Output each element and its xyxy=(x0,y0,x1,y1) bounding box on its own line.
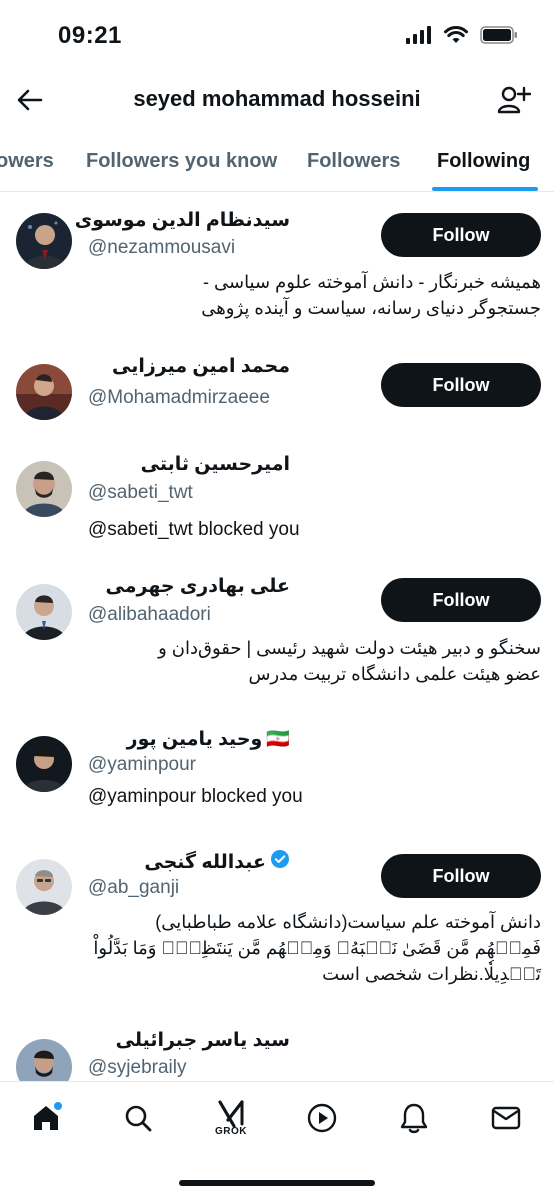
avatar[interactable] xyxy=(16,364,72,420)
tab-followers[interactable]: Followers xyxy=(307,150,400,173)
tab-bar: owers Followers you know Followers Follo… xyxy=(0,130,554,192)
home-indicator xyxy=(179,1180,375,1186)
nav-messages[interactable] xyxy=(486,1098,526,1138)
grok-label: GROK xyxy=(215,1125,247,1137)
verified-badge-icon xyxy=(270,849,290,875)
nav-search[interactable] xyxy=(118,1098,158,1138)
nav-home[interactable] xyxy=(26,1098,66,1138)
status-time: 09:21 xyxy=(58,22,122,49)
bio-line: عضو هیئت علمی دانشگاه تربیت مدرس xyxy=(248,664,541,684)
nav-video[interactable] xyxy=(302,1098,342,1138)
user-name: علی بهادری جهرمی xyxy=(105,576,290,597)
user-name: عبدالله گنجی xyxy=(144,849,290,875)
avatar[interactable] xyxy=(16,461,72,517)
user-name: سید یاسر جبرائیلی xyxy=(115,1030,290,1051)
user-name: امیرحسین ثابتی xyxy=(140,454,290,475)
user-handle: @yaminpour xyxy=(88,754,196,775)
flag-icon: 🇮🇷 xyxy=(266,729,290,750)
bell-icon xyxy=(400,1103,428,1134)
battery-icon xyxy=(480,26,518,49)
avatar[interactable] xyxy=(16,1039,72,1081)
avatar[interactable] xyxy=(16,584,72,640)
blocked-notice: @sabeti_twt blocked you xyxy=(88,519,300,540)
user-bio: سخنگو و دبیر هیئت دولت شهید رئیسی | حقوق… xyxy=(88,635,541,687)
nav-grok[interactable]: GROK xyxy=(210,1098,252,1138)
notification-dot xyxy=(54,1102,62,1110)
search-icon xyxy=(125,1105,152,1132)
user-handle: @sabeti_twt xyxy=(88,482,193,503)
user-name: 🇮🇷 وحید یامین پور xyxy=(126,728,290,751)
avatar[interactable] xyxy=(16,736,72,792)
follow-button[interactable]: Follow xyxy=(381,578,541,622)
following-list: سیدنظام الدین موسوی @nezammousavi Follow… xyxy=(0,193,554,1081)
follow-button[interactable]: Follow xyxy=(381,854,541,898)
list-item[interactable]: امیرحسین ثابتی @sabeti_twt @sabeti_twt b… xyxy=(0,453,554,575)
list-item[interactable]: عبدالله گنجی @ab_ganji Follow دانش آموخت… xyxy=(0,847,554,1027)
list-item[interactable]: علی بهادری جهرمی @alibahaadori Follow سخ… xyxy=(0,575,554,725)
user-bio: همیشه خبرنگار - دانش آموخته علوم سیاسی -… xyxy=(88,269,541,321)
avatar[interactable] xyxy=(16,213,72,269)
blocked-notice: @yaminpour blocked you xyxy=(88,786,303,807)
follow-button[interactable]: Follow xyxy=(381,213,541,257)
signal-icon xyxy=(406,26,432,49)
tab-followers-you-know[interactable]: Followers you know xyxy=(86,150,277,173)
user-name: محمد امین میرزایی xyxy=(111,356,290,377)
active-tab-indicator xyxy=(432,187,538,191)
nav-notifications[interactable] xyxy=(394,1098,434,1138)
follow-button[interactable]: Follow xyxy=(381,363,541,407)
tab-verified-followers[interactable]: owers xyxy=(0,150,54,173)
user-bio: دانش آموخته علم سیاست(دانشگاه علامه طباط… xyxy=(88,909,541,987)
user-handle: @syjebraily xyxy=(88,1057,187,1078)
wifi-icon xyxy=(444,26,468,49)
user-handle: @alibahaadori xyxy=(88,604,211,625)
avatar[interactable] xyxy=(16,859,72,915)
bio-line: همیشه خبرنگار - دانش آموخته علوم سیاسی - xyxy=(202,272,541,292)
play-icon xyxy=(307,1103,337,1133)
list-item[interactable]: سید یاسر جبرائیلی @syjebraily xyxy=(0,1027,554,1081)
bio-line: فَمِنۡهُم مَّن قَضَىٰ نَحۡبَهُۥ وَمِنۡهُ… xyxy=(93,938,541,958)
bio-line: تَبۡدِيلٗا.نظرات شخصی است xyxy=(322,964,541,984)
header: seyed mohammad hosseini xyxy=(0,74,554,126)
envelope-icon xyxy=(491,1106,521,1130)
list-item[interactable]: سیدنظام الدین موسوی @nezammousavi Follow… xyxy=(0,193,554,343)
person-add-icon xyxy=(497,86,531,114)
list-item[interactable]: محمد امین میرزایی @Mohamadmirzaeee Follo… xyxy=(0,343,554,453)
user-name: سیدنظام الدین موسوی xyxy=(74,210,290,231)
user-handle: @nezammousavi xyxy=(88,237,236,258)
tab-following[interactable]: Following xyxy=(437,150,530,173)
grok-icon xyxy=(218,1099,244,1128)
status-icons xyxy=(406,26,518,49)
add-user-button[interactable] xyxy=(496,82,532,118)
bio-line: سخنگو و دبیر هیئت دولت شهید رئیسی | حقوق… xyxy=(158,638,541,658)
status-bar: 09:21 xyxy=(0,0,554,74)
user-handle: @Mohamadmirzaeee xyxy=(88,387,270,408)
user-handle: @ab_ganji xyxy=(88,877,180,898)
bio-line: دانش آموخته علم سیاست(دانشگاه علامه طباط… xyxy=(155,912,541,932)
list-item[interactable]: 🇮🇷 وحید یامین پور @yaminpour @yaminpour b… xyxy=(0,725,554,847)
page-title: seyed mohammad hosseini xyxy=(133,86,421,111)
bio-line: جستجوگر دنیای رسانه، سیاست و آینده پژوهی xyxy=(201,298,541,318)
